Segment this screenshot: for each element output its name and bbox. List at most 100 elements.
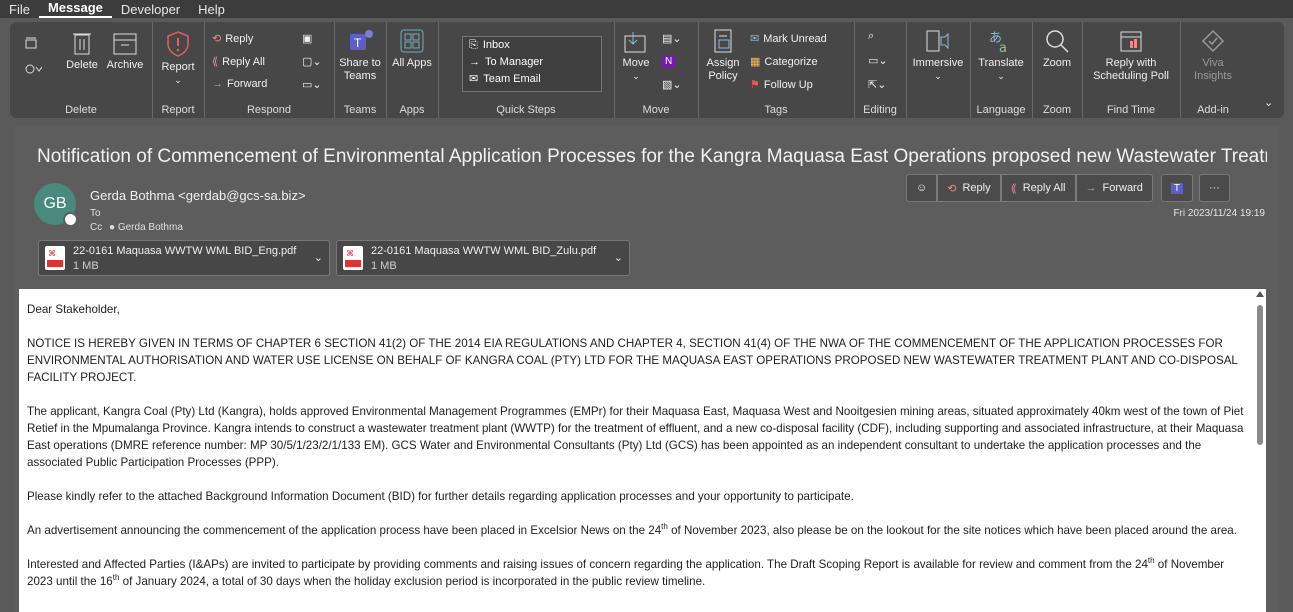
magnifier-icon [1046,30,1069,53]
avatar[interactable]: GB [34,183,78,227]
teams-chat-button[interactable]: T [1160,174,1193,202]
addin-group-label: Add-in [1197,104,1229,116]
delete-group-label: Delete [65,104,97,116]
svg-text:T: T [354,36,362,50]
ribbon-reply-all-button[interactable]: ⟪ Reply All [212,55,265,69]
ribbon-collapse-icon[interactable]: ⌄ [1264,96,1273,109]
emoji-button[interactable]: ☺ [906,174,938,202]
menu-bar: File Message Developer Help [0,0,1293,18]
forward-icon: → [212,78,223,90]
svg-text:⌘: ⌘ [48,249,56,258]
assign-policy-button[interactable]: Assign Policy [702,28,744,83]
follow-up-label: Follow Up [763,78,813,91]
iap-sup-1: th [1147,556,1155,566]
attachment-eng[interactable]: ⌘ 22-0161 Maquasa WWTW WML BID_Eng.pdf 1… [38,240,330,276]
rules-icon[interactable]: ▤⌄ [662,32,682,45]
zoom-group-label: Zoom [1042,104,1072,116]
report-button[interactable]: Report ⌄ [158,30,198,87]
related-icon[interactable]: ▭⌄ [868,54,888,67]
quick-step-to-manager[interactable]: → To Manager [463,54,601,71]
advert-sup: th [661,522,668,532]
menu-file[interactable]: File [0,2,39,18]
pdf-icon: ⌘ [343,246,363,270]
report-group: Report ⌄ Report [152,22,205,118]
sender[interactable]: Gerda Bothma <gerdab@gcs-sa.biz> [90,188,306,203]
archive-button[interactable]: Archive [102,30,148,72]
cc-name[interactable]: Gerda Bothma [118,222,183,233]
actions-icon[interactable]: ▧⌄ [662,78,682,91]
cc-presence-icon: ● [109,222,116,233]
pdf-icon: ⌘ [45,246,65,270]
menu-help[interactable]: Help [189,2,234,18]
trash-icon [73,33,91,55]
chevron-down-icon[interactable]: ⌄ [614,251,623,264]
forward-label: Forward [1102,182,1143,194]
reply-all-label: Reply All [1022,182,1066,194]
addin-group: Viva Insights Add-in [1180,22,1246,118]
categorize-icon: ▦ [750,56,761,68]
envelope-icon: ✉ [750,33,760,45]
move-button[interactable]: Move ⌄ [618,30,654,83]
cc-label: Cc [90,222,103,233]
inbox-icon: ⎘ [469,39,478,51]
teams-chat-icon: T [1170,182,1183,194]
forward-button[interactable]: → Forward [1075,174,1153,202]
quick-steps-label: Quick Steps [496,104,556,116]
scroll-up-icon[interactable] [1256,291,1264,297]
policy-icon [714,29,732,53]
reply-scheduling-poll-button[interactable]: Reply with Scheduling Poll [1088,28,1174,83]
more-respond-icon[interactable]: ▭⌄ [302,78,322,91]
meeting-reply-icon[interactable]: ▣ [302,32,312,45]
zoom-button[interactable]: Zoom [1036,28,1078,70]
attachment-zulu[interactable]: ⌘ 22-0161 Maquasa WWTW WML BID_Zulu.pdf … [336,240,630,276]
ribbon: Delete Archive Delete Report ⌄ Report ⟲ … [10,22,1284,118]
respond-group-label: Respond [246,104,292,116]
more-icon: ··· [1208,182,1220,194]
share-to-teams-button[interactable]: T Share to Teams [338,28,382,83]
mark-unread-button[interactable]: ✉ Mark Unread [750,32,827,46]
teams-group: T Share to Teams Teams [334,22,387,118]
translate-icon: あa [989,31,1007,54]
mark-unread-label: Mark Unread [763,32,827,45]
language-group: あa Translate ⌄ Language [970,22,1033,118]
reply-button[interactable]: ⟲ Reply [937,174,1001,202]
translate-button[interactable]: あa Translate ⌄ [974,28,1028,83]
ribbon-forward-button[interactable]: → Forward [212,78,267,90]
attachment-eng-size: 1 MB [73,260,99,272]
categorize-button[interactable]: ▦ Categorize [750,55,818,69]
quick-step-team-email[interactable]: ✉ Team Email [463,71,601,88]
advert-text-b: of November 2023, also please be on the … [667,524,1237,537]
more-actions-button[interactable]: ··· [1198,174,1230,202]
ribbon-reply-button[interactable]: ⟲ Reply [212,32,254,46]
ribbon-reply-all-label: Reply All [222,55,265,68]
reply-all-button[interactable]: ⟪ Reply All [1000,174,1076,202]
cleanup-icon[interactable] [24,62,42,76]
move-group-label: Move [642,104,670,116]
follow-up-button[interactable]: ⚑ Follow Up [750,78,813,92]
find-icon[interactable]: ⌕ [868,30,874,43]
apps-grid-icon [400,29,424,53]
applicant-paragraph: The applicant, Kangra Coal (Pty) Ltd (Ka… [27,405,1244,469]
all-apps-button[interactable]: All Apps [392,28,432,70]
vertical-scrollbar[interactable] [1254,289,1266,612]
quick-step-inbox[interactable]: ⎘ Inbox [463,37,601,54]
immersive-reader-button[interactable]: Immersive ⌄ [910,28,966,83]
menu-message[interactable]: Message [38,0,112,18]
find-time-group-label: Find Time [1106,104,1156,116]
scroll-thumb[interactable] [1257,305,1263,445]
viva-insights-button[interactable]: Viva Insights [1188,28,1238,83]
translate-label: Translate [978,57,1024,69]
delete-group: Delete Archive Delete [10,22,153,118]
share-to-teams-label: Share to Teams [339,57,381,82]
delete-button[interactable]: Delete [62,30,102,72]
email-subject: Notification of Commencement of Environm… [37,146,1267,167]
ribbon-reply-label: Reply [225,32,254,45]
ignore-icon[interactable] [24,36,38,50]
chevron-down-icon[interactable]: ⌄ [314,251,323,264]
im-icon[interactable]: ▢⌄ [302,55,322,68]
onenote-icon[interactable]: N [662,56,676,67]
select-icon[interactable]: ⇱⌄ [868,78,886,91]
menu-developer[interactable]: Developer [112,2,189,18]
editing-group-label: Editing [863,104,897,116]
immersive-label: Immersive [912,57,964,69]
